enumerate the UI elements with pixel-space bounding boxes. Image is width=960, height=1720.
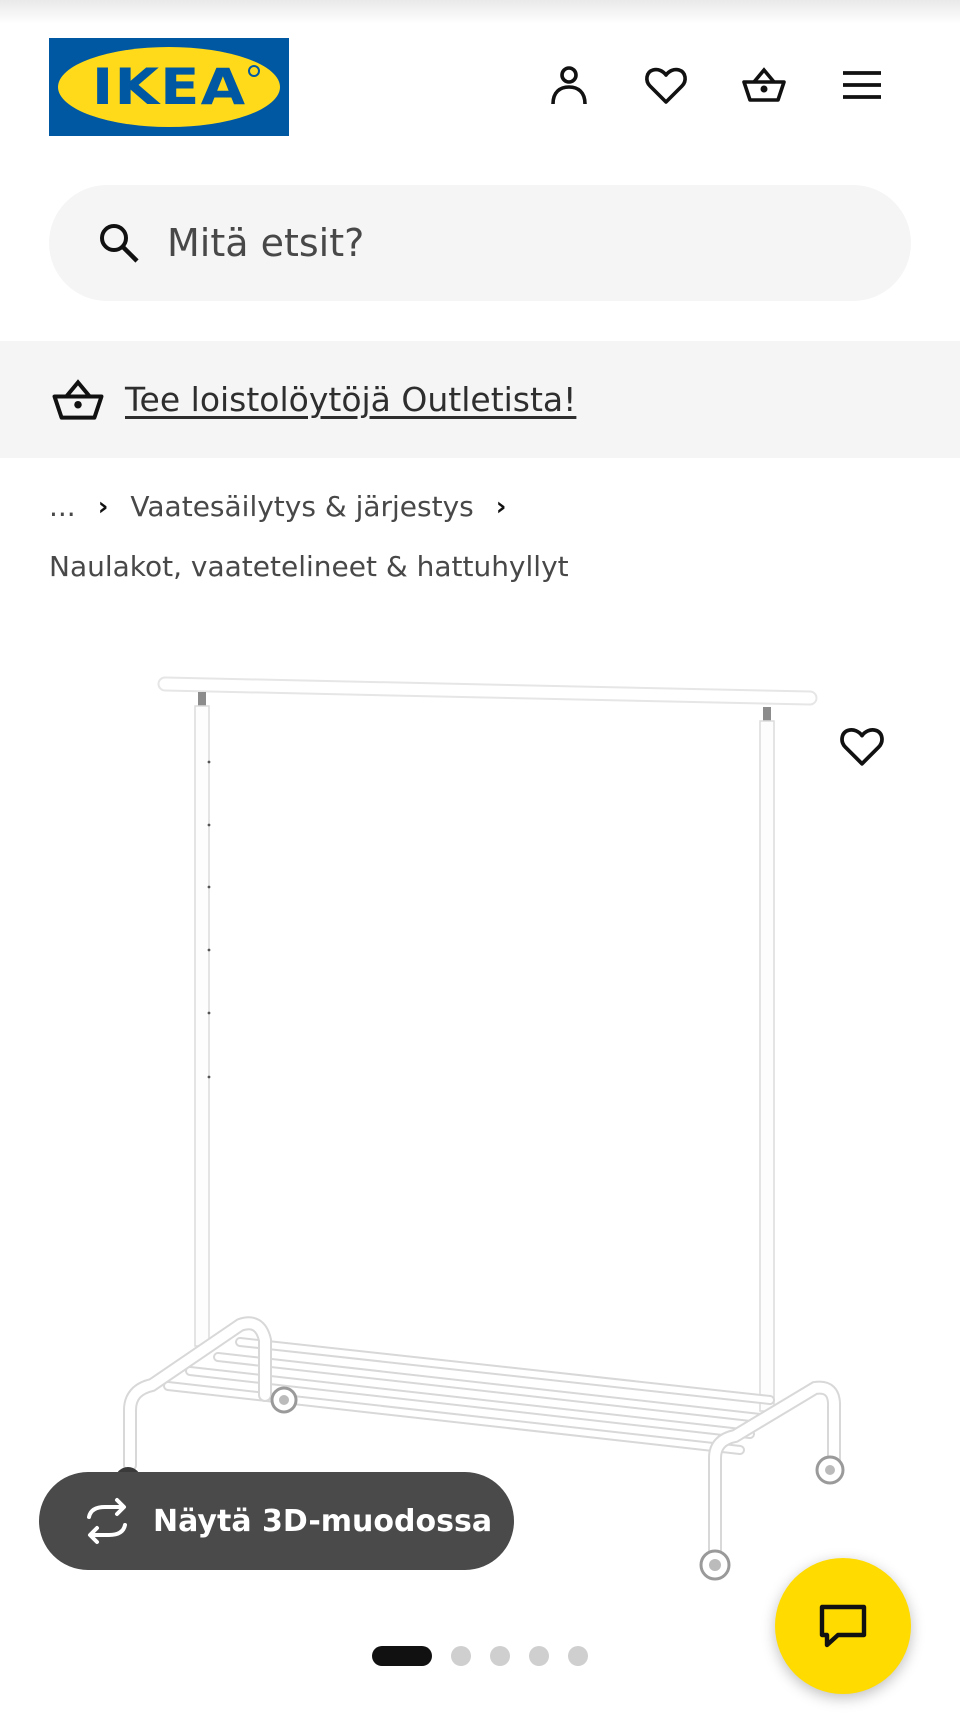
heart-icon[interactable]: [639, 58, 693, 112]
carousel-indicators: [372, 1646, 607, 1666]
chat-bubble-icon: [819, 1604, 867, 1648]
carousel-dot[interactable]: [490, 1646, 510, 1666]
breadcrumb-ellipsis[interactable]: ...: [49, 490, 76, 523]
rotate-3d-icon: [87, 1498, 127, 1544]
carousel-dot[interactable]: [372, 1646, 432, 1666]
search-input[interactable]: [167, 221, 807, 265]
chevron-right-icon: ›: [495, 491, 507, 522]
favorite-button[interactable]: [834, 718, 890, 774]
ikea-logo[interactable]: IKEA: [49, 38, 289, 136]
carousel-dot[interactable]: [451, 1646, 471, 1666]
search-bar[interactable]: [49, 185, 911, 301]
breadcrumb: ... › Vaatesäilytys & järjestys ›: [49, 490, 528, 523]
outlet-link[interactable]: Tee loistolöytöjä Outletista!: [125, 380, 576, 419]
logo-oval: IKEA: [58, 47, 280, 127]
basket-icon[interactable]: [737, 58, 791, 112]
registered-mark: [248, 65, 260, 77]
chevron-right-icon: ›: [97, 491, 109, 522]
view-3d-button[interactable]: Näytä 3D-muodossa: [39, 1472, 514, 1570]
outlet-banner: Tee loistolöytöjä Outletista!: [0, 341, 960, 458]
heart-icon: [840, 728, 884, 766]
basket-icon: [52, 378, 104, 420]
search-icon: [100, 224, 139, 263]
carousel-dot[interactable]: [568, 1646, 588, 1666]
view-3d-label: Näytä 3D-muodossa: [153, 1503, 493, 1539]
logo-wordmark: IKEA: [91, 58, 247, 116]
carousel-dot[interactable]: [529, 1646, 549, 1666]
account-icon[interactable]: [542, 58, 596, 112]
chat-button[interactable]: [775, 1558, 911, 1694]
product-image[interactable]: [90, 650, 870, 1610]
menu-icon[interactable]: [835, 58, 889, 112]
breadcrumb-level2[interactable]: Naulakot, vaatetelineet & hattuhyllyt: [49, 550, 569, 583]
breadcrumb-level1[interactable]: Vaatesäilytys & järjestys: [130, 490, 473, 523]
site-header: IKEA: [0, 0, 960, 160]
